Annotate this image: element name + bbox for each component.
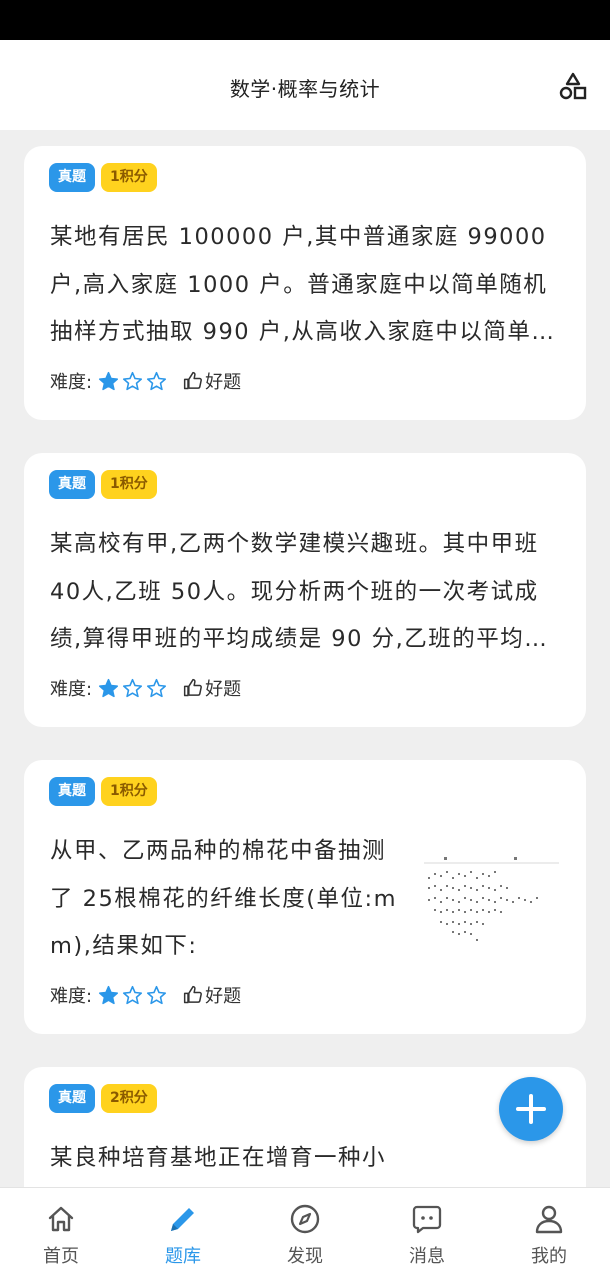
difficulty-stars <box>98 985 167 1006</box>
question-text: 某良种培育基地正在增育一种小 <box>50 1145 387 1171</box>
real-exam-tag: 真题 <box>49 470 95 499</box>
shapes-icon <box>559 72 587 100</box>
real-exam-tag: 真题 <box>49 777 95 806</box>
difficulty-stars <box>98 678 167 699</box>
tab-messages[interactable]: 消息 <box>366 1188 488 1280</box>
difficulty-label: 难度: <box>50 986 93 1007</box>
like-label: 好题 <box>205 372 242 393</box>
star-outline-icon <box>147 985 167 1004</box>
real-exam-tag: 真题 <box>49 1084 95 1113</box>
top-header: 数学·概率与统计 <box>0 40 610 130</box>
star-filled-icon <box>99 985 119 1004</box>
points-tag: 2积分 <box>101 1084 157 1113</box>
points-tag: 1积分 <box>101 777 157 806</box>
thumbs-up-icon <box>183 985 203 1004</box>
difficulty-stars <box>98 371 167 392</box>
star-outline-icon <box>147 678 167 697</box>
like-label: 好题 <box>205 679 242 700</box>
star-outline-icon <box>123 371 143 390</box>
tab-home[interactable]: 首页 <box>0 1188 122 1280</box>
question-meta: 难度: 好题 <box>50 982 241 1008</box>
question-card[interactable]: 真题 1积分 从甲、乙两品种的棉花中备抽测了 25根棉花的纤维长度(单位:mm)… <box>24 760 586 1034</box>
question-meta: 难度: 好题 <box>50 675 241 701</box>
like-button[interactable]: 好题 <box>183 675 241 701</box>
thumbs-up-icon <box>183 371 203 390</box>
tab-label: 首页 <box>43 1246 79 1267</box>
star-outline-icon <box>123 985 143 1004</box>
shapes-button[interactable] <box>556 70 590 102</box>
question-card[interactable]: 真题 1积分 某地有居民 100000 户,其中普通家庭 99000 户,高入家… <box>24 146 586 420</box>
points-tag: 1积分 <box>101 470 157 499</box>
question-text: 从甲、乙两品种的棉花中备抽测了 25根棉花的纤维长度(单位:mm),结果如下: <box>50 838 398 959</box>
tab-label: 我的 <box>531 1246 567 1267</box>
question-card[interactable]: 真题 1积分 某高校有甲,乙两个数学建模兴趣班。其中甲班 40人,乙班 50人。… <box>24 453 586 727</box>
tab-label: 发现 <box>287 1246 323 1267</box>
star-outline-icon <box>123 678 143 697</box>
question-text: 某高校有甲,乙两个数学建模兴趣班。其中甲班 40人,乙班 50人。现分析两个班的… <box>50 531 549 652</box>
pencil-icon <box>167 1203 199 1235</box>
tab-label: 题库 <box>165 1246 201 1267</box>
message-icon <box>411 1203 443 1235</box>
tag-row: 真题 1积分 <box>49 470 157 499</box>
compass-icon <box>289 1203 321 1235</box>
status-bar <box>0 0 610 40</box>
page-title: 数学·概率与统计 <box>229 77 381 101</box>
question-meta: 难度: 好题 <box>50 368 241 394</box>
like-label: 好题 <box>205 986 242 1007</box>
stem-leaf-thumbnail <box>424 857 559 941</box>
tab-label: 消息 <box>409 1246 445 1267</box>
home-icon <box>45 1203 77 1235</box>
tab-discover[interactable]: 发现 <box>244 1188 366 1280</box>
real-exam-tag: 真题 <box>49 163 95 192</box>
points-tag: 1积分 <box>101 163 157 192</box>
thumbs-up-icon <box>183 678 203 697</box>
star-filled-icon <box>99 371 119 390</box>
tab-mine[interactable]: 我的 <box>488 1188 610 1280</box>
difficulty-label: 难度: <box>50 679 93 700</box>
user-icon <box>533 1203 565 1235</box>
tag-row: 真题 1积分 <box>49 777 157 806</box>
tag-row: 真题 1积分 <box>49 163 157 192</box>
like-button[interactable]: 好题 <box>183 982 241 1008</box>
difficulty-label: 难度: <box>50 372 93 393</box>
add-question-button[interactable] <box>499 1077 563 1141</box>
star-filled-icon <box>99 678 119 697</box>
question-card[interactable]: 真题 2积分 某良种培育基地正在增育一种小 <box>24 1067 586 1187</box>
tab-question-bank[interactable]: 题库 <box>122 1188 244 1280</box>
tag-row: 真题 2积分 <box>49 1084 157 1113</box>
question-list[interactable]: 真题 1积分 某地有居民 100000 户,其中普通家庭 99000 户,高入家… <box>0 130 610 1187</box>
like-button[interactable]: 好题 <box>183 368 241 394</box>
bottom-tab-bar: 首页 题库 发现 消息 我的 <box>0 1187 610 1280</box>
plus-icon <box>516 1094 546 1124</box>
star-outline-icon <box>147 371 167 390</box>
question-text: 某地有居民 100000 户,其中普通家庭 99000 户,高入家庭 1000 … <box>50 224 556 345</box>
